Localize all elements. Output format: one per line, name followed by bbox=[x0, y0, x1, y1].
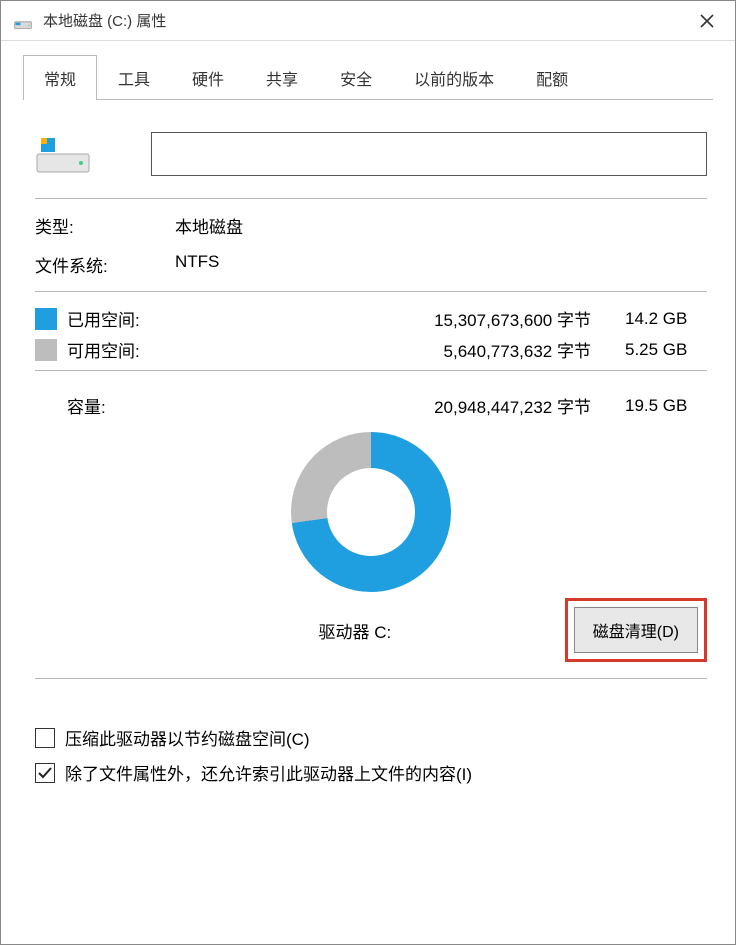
used-space-bytes: 15,307,673,600 字节 bbox=[187, 306, 607, 331]
index-checkbox-row[interactable]: 除了文件属性外，还允许索引此驱动器上文件的内容(I) bbox=[35, 760, 707, 785]
type-label: 类型: bbox=[35, 213, 175, 238]
compress-label: 压缩此驱动器以节约磁盘空间(C) bbox=[65, 725, 310, 750]
used-swatch-icon bbox=[35, 308, 57, 330]
close-icon bbox=[700, 14, 714, 28]
separator bbox=[35, 370, 707, 371]
tab-quota[interactable]: 配额 bbox=[515, 55, 589, 100]
tab-security[interactable]: 安全 bbox=[319, 55, 393, 100]
tab-general[interactable]: 常规 bbox=[23, 55, 97, 100]
capacity-label: 容量: bbox=[67, 393, 187, 418]
separator bbox=[35, 678, 707, 679]
properties-window: 本地磁盘 (C:) 属性 常规 工具 硬件 共享 安全 以前的版本 配额 类型:… bbox=[0, 0, 736, 945]
capacity-bytes: 20,948,447,232 字节 bbox=[187, 393, 607, 418]
used-space-row: 已用空间: 15,307,673,600 字节 14.2 GB bbox=[35, 306, 707, 331]
tab-strip: 常规 工具 硬件 共享 安全 以前的版本 配额 bbox=[1, 41, 735, 100]
tab-previous[interactable]: 以前的版本 bbox=[393, 55, 515, 100]
free-space-row: 可用空间: 5,640,773,632 字节 5.25 GB bbox=[35, 337, 707, 362]
free-space-label: 可用空间: bbox=[67, 337, 187, 362]
compress-checkbox[interactable] bbox=[35, 728, 55, 748]
compress-checkbox-row[interactable]: 压缩此驱动器以节约磁盘空间(C) bbox=[35, 725, 707, 750]
drive-icon bbox=[13, 11, 33, 31]
free-space-bytes: 5,640,773,632 字节 bbox=[187, 337, 607, 362]
free-space-gb: 5.25 GB bbox=[607, 340, 707, 360]
separator bbox=[35, 198, 707, 199]
index-checkbox[interactable] bbox=[35, 763, 55, 783]
index-label: 除了文件属性外，还允许索引此驱动器上文件的内容(I) bbox=[65, 760, 472, 785]
disk-cleanup-button[interactable]: 磁盘清理(D) bbox=[574, 607, 698, 653]
disk-cleanup-highlight: 磁盘清理(D) bbox=[565, 598, 707, 662]
drive-large-icon bbox=[35, 132, 91, 176]
tab-content: 类型: 本地磁盘 文件系统: NTFS 已用空间: 15,307,673,600… bbox=[1, 100, 735, 813]
separator bbox=[35, 291, 707, 292]
used-space-gb: 14.2 GB bbox=[607, 309, 707, 329]
drive-letter-label: 驱动器 C: bbox=[35, 618, 565, 643]
type-value: 本地磁盘 bbox=[175, 213, 707, 238]
title-bar: 本地磁盘 (C:) 属性 bbox=[1, 1, 735, 41]
filesystem-label: 文件系统: bbox=[35, 252, 175, 277]
close-button[interactable] bbox=[685, 3, 729, 39]
window-title: 本地磁盘 (C:) 属性 bbox=[43, 10, 685, 31]
drive-name-input[interactable] bbox=[151, 132, 707, 176]
tab-sharing[interactable]: 共享 bbox=[245, 55, 319, 100]
used-space-label: 已用空间: bbox=[67, 306, 187, 331]
capacity-row: 容量: 20,948,447,232 字节 19.5 GB bbox=[35, 393, 707, 418]
usage-pie-chart bbox=[291, 432, 451, 592]
free-swatch-icon bbox=[35, 339, 57, 361]
filesystem-value: NTFS bbox=[175, 252, 707, 277]
capacity-gb: 19.5 GB bbox=[607, 396, 707, 416]
tab-hardware[interactable]: 硬件 bbox=[171, 55, 245, 100]
tab-tools[interactable]: 工具 bbox=[97, 55, 171, 100]
checkmark-icon bbox=[37, 765, 53, 781]
